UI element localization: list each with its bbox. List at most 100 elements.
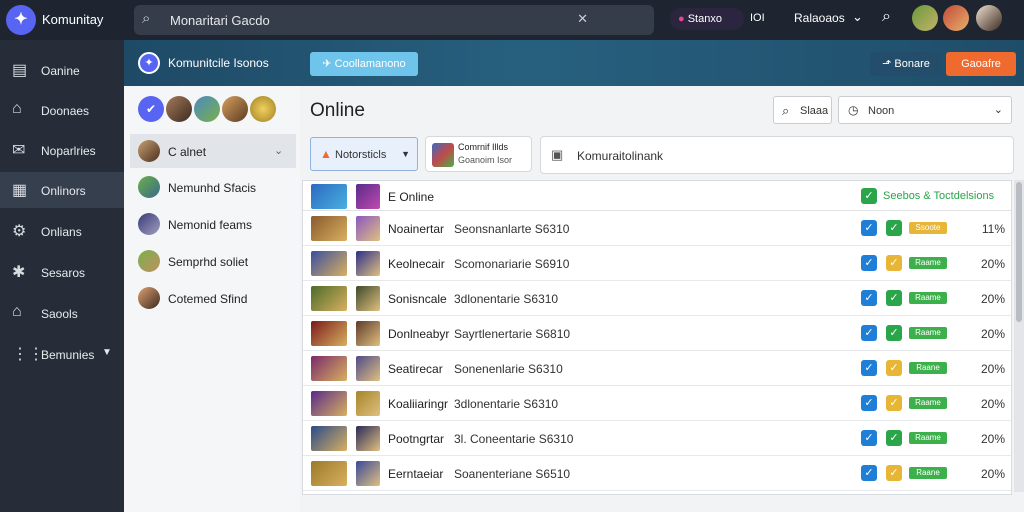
chevron-down-icon[interactable]: ⌄ [852, 9, 863, 25]
search-icon: ⌕ [782, 103, 790, 118]
row-name: Donlneabyr [388, 327, 450, 341]
status-badge: Raame [909, 257, 947, 269]
scrollbar[interactable] [1014, 180, 1024, 492]
header-checkbox[interactable]: ✓ [861, 188, 877, 204]
status-count: IOI [750, 12, 765, 24]
server-avatar[interactable] [250, 96, 276, 122]
search-button[interactable]: ⌕ Slaaa [773, 96, 832, 124]
server-avatar[interactable] [166, 96, 192, 122]
row-status-checkbox[interactable]: ✓ [886, 325, 902, 341]
table-row[interactable]: Koaliiaringr 3dlonentarie S6310 ✓ ✓ Raame 20% [303, 386, 1011, 421]
table-row[interactable]: Sonisncale 3dlonentarie S6310 ✓ ✓ Raame 20% [303, 281, 1011, 316]
row-description: Sonenenlarie S6310 [454, 362, 563, 376]
row-status-checkbox[interactable]: ✓ [886, 220, 902, 236]
row-thumbnail [356, 391, 380, 416]
community-banner: ✦ Komunitcile Isonos ✈ Coollamanono ⬏ Bo… [124, 40, 1024, 86]
members-table: E Online ✓ Seebos & Toctdelsions Noainer… [302, 180, 1012, 495]
sidebar-item-doonaes[interactable]: ⌂ Doonaes [0, 92, 124, 128]
row-checkbox[interactable]: ✓ [861, 360, 877, 376]
sort-select[interactable]: ◷ Noon ⌄ [838, 96, 1012, 124]
table-row[interactable]: Donlneabyr Sayrtlenertarie S6810 ✓ ✓ Raame 20… [303, 316, 1011, 351]
gear-icon: ⚙ [12, 223, 27, 240]
search-value: Monaritari Gacdo [170, 13, 270, 28]
row-status-checkbox[interactable]: ✓ [886, 465, 902, 481]
sidebar-item-onlinors[interactable]: ▦ Onlinors [0, 172, 124, 208]
table-header-right: Seebos & Toctdelsions [883, 190, 995, 202]
row-percent: 20% [980, 397, 1005, 411]
row-thumbnail [356, 321, 380, 346]
channel-item[interactable]: Cotemed Sfind [130, 281, 296, 315]
scrollbar-thumb[interactable] [1016, 182, 1022, 322]
channel-label: C alnet [168, 145, 207, 159]
row-thumbnail [356, 426, 380, 451]
sidebar-item-saools[interactable]: ⌂ Saools [0, 295, 124, 331]
sidebar-item-label: Onlians [41, 225, 82, 239]
row-checkbox[interactable]: ✓ [861, 325, 877, 341]
sidebar-item-sesaros[interactable]: ✱ Sesaros [0, 254, 124, 290]
row-status-checkbox[interactable]: ✓ [886, 395, 902, 411]
community-card[interactable]: Comrnif Illds Goanoim Isor [425, 136, 532, 172]
avatar[interactable] [943, 5, 969, 31]
table-row[interactable]: Pootngrtar 3l. Coneentarie S6310 ✓ ✓ Raame 20… [303, 421, 1011, 456]
row-percent: 20% [980, 432, 1005, 446]
sidebar-item-noparlries[interactable]: ✉ Noparlries [0, 132, 124, 168]
table-row[interactable]: Noainertar Seonsnanlarte S6310 ✓ ✓ Ssoote 11% [303, 211, 1011, 246]
avatar [138, 140, 160, 162]
table-row[interactable]: Eerntaeiar Soanenteriane S6510 ✓ ✓ Raane 20% [303, 456, 1011, 491]
row-checkbox[interactable]: ✓ [861, 290, 877, 306]
community-thumbnail [432, 143, 454, 167]
card-line-2: Goanoim Isor [458, 155, 513, 165]
search-button-label: Slaaa [800, 105, 829, 117]
channel-item[interactable]: Nemonid feams [130, 207, 296, 241]
server-avatar[interactable] [194, 96, 220, 122]
community-input[interactable]: ▣ Komuraitolinank [540, 136, 1014, 174]
row-checkbox[interactable]: ✓ [861, 395, 877, 411]
channel-item[interactable]: Nemunhd Sfacis [130, 170, 296, 204]
table-row[interactable]: Keolnecair Scomonariarie S6910 ✓ ✓ Raame 20% [303, 246, 1011, 281]
row-status-checkbox[interactable]: ✓ [886, 290, 902, 306]
status-badge: Ssoote [909, 222, 947, 234]
server-avatar[interactable] [222, 96, 248, 122]
banner-secondary-button[interactable]: ⬏ Bonare [870, 52, 942, 76]
sidebar-item-label: Bemunies [41, 348, 95, 362]
filter-dropdown[interactable]: ▲ Notorsticls ▼ [310, 137, 418, 171]
row-status-checkbox[interactable]: ✓ [886, 430, 902, 446]
chevron-down-icon[interactable]: ⌄ [274, 144, 283, 157]
row-checkbox[interactable]: ✓ [861, 430, 877, 446]
search-input[interactable]: ⌕ Monaritari Gacdo ✕ [134, 5, 654, 35]
status-pill[interactable]: ● Stanxo [670, 8, 744, 30]
sidebar-item-oanine[interactable]: ▤ Oanine [0, 52, 124, 88]
row-name: Sonisncale [388, 292, 447, 306]
sidebar-item-bemunies[interactable]: ⋮⋮ Bemunies ▼ [0, 336, 124, 372]
row-checkbox[interactable]: ✓ [861, 465, 877, 481]
sidebar-item-onlians[interactable]: ⚙ Onlians [0, 213, 124, 249]
avatar[interactable] [912, 5, 938, 31]
channel-item[interactable]: C alnet ⌄ [130, 134, 296, 168]
row-name: Koaliiaringr [388, 397, 449, 411]
row-checkbox[interactable]: ✓ [861, 255, 877, 271]
row-thumbnail [311, 251, 347, 276]
sidebar-item-label: Sesaros [41, 266, 86, 280]
clear-search-icon[interactable]: ✕ [577, 11, 588, 27]
table-row[interactable]: Seatirecar Sonenenlarie S6310 ✓ ✓ Raane 20% [303, 351, 1011, 386]
status-badge: Raane [909, 467, 947, 479]
favorite-icon[interactable]: ✔ [138, 96, 164, 122]
row-status-checkbox[interactable]: ✓ [886, 360, 902, 376]
row-description: Soanenteriane S6510 [454, 467, 571, 481]
search-icon[interactable]: ⌕ [882, 8, 891, 26]
topbar-menu-label[interactable]: Ralaoaos [794, 11, 845, 25]
user-avatar[interactable] [976, 5, 1002, 31]
row-percent: 20% [980, 467, 1005, 481]
app-name: Komunitay [42, 12, 104, 27]
row-status-checkbox[interactable]: ✓ [886, 255, 902, 271]
app-logo-icon[interactable]: ✦ [6, 5, 36, 35]
banner-orange-button[interactable]: Gaoafre [946, 52, 1016, 76]
row-checkbox[interactable]: ✓ [861, 220, 877, 236]
filter-label: Notorsticls [335, 149, 387, 161]
row-thumbnail [311, 426, 347, 451]
row-name: Seatirecar [388, 362, 443, 376]
clock-icon: ◷ [848, 103, 859, 117]
banner-primary-button[interactable]: ✈ Coollamanono [310, 52, 418, 76]
row-description: Seonsnanlarte S6310 [454, 222, 570, 236]
channel-item[interactable]: Semprhd soliet [130, 244, 296, 278]
